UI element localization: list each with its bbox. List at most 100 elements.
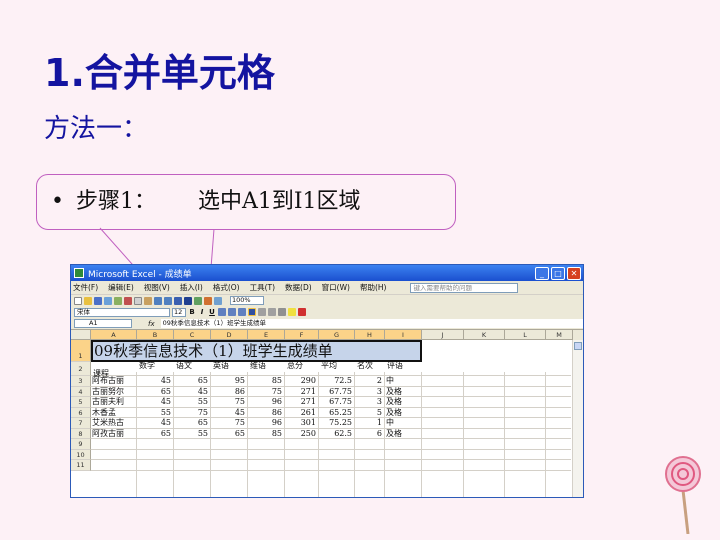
data-cell[interactable]: 55 <box>138 408 173 419</box>
data-cell[interactable]: 301 <box>286 418 318 429</box>
column-header-F[interactable]: F <box>285 330 319 340</box>
data-cell[interactable]: 3 <box>356 397 384 408</box>
row-header-4[interactable]: 4 <box>71 386 91 397</box>
data-cell[interactable]: 271 <box>286 387 318 398</box>
data-cell[interactable]: 75 <box>249 387 284 398</box>
drawing-icon[interactable] <box>214 296 222 305</box>
font-size-select[interactable]: 12 <box>172 307 186 317</box>
data-cell[interactable]: 86 <box>249 408 284 419</box>
data-cell[interactable]: 250 <box>286 429 318 440</box>
data-cell[interactable]: 85 <box>249 429 284 440</box>
header-cell[interactable]: 数学 <box>139 360 174 372</box>
header-cell[interactable]: 评语 <box>387 360 422 372</box>
data-cell[interactable]: 62.5 <box>320 429 354 440</box>
data-cell[interactable]: 1 <box>356 418 384 429</box>
data-cell[interactable]: 271 <box>286 397 318 408</box>
data-cell[interactable]: 及格 <box>386 408 421 419</box>
data-cell[interactable]: 3 <box>356 387 384 398</box>
data-cell[interactable]: 75.25 <box>320 418 354 429</box>
excel-titlebar[interactable]: Microsoft Excel - 成绩单 _ □ ✕ <box>71 265 583 281</box>
row-header-6[interactable]: 6 <box>71 407 91 418</box>
data-cell[interactable]: 55 <box>175 397 210 408</box>
data-cell[interactable]: 6 <box>356 429 384 440</box>
data-cell[interactable]: 96 <box>249 397 284 408</box>
data-cell[interactable]: 65 <box>138 429 173 440</box>
merge-center-icon[interactable] <box>248 308 256 316</box>
data-cell[interactable]: 95 <box>212 376 247 387</box>
column-header-I[interactable]: I <box>385 330 422 340</box>
menu-tools[interactable]: 工具(T) <box>250 282 275 293</box>
copy-icon[interactable] <box>134 296 142 305</box>
header-cell[interactable]: 语文 <box>176 360 211 372</box>
menu-edit[interactable]: 编辑(E) <box>108 282 134 293</box>
data-cell[interactable]: 古丽夫利 <box>92 397 136 408</box>
row-header-2[interactable]: 2 <box>71 362 91 376</box>
autosum-icon[interactable] <box>184 296 192 305</box>
minimize-button[interactable]: _ <box>535 266 549 280</box>
align-left-icon[interactable] <box>218 308 226 316</box>
save-icon[interactable] <box>94 296 102 305</box>
data-cell[interactable]: 木香孟 <box>92 408 136 419</box>
data-cell[interactable]: 85 <box>249 376 284 387</box>
zoom-select[interactable]: 100% <box>230 296 264 305</box>
row-header-10[interactable]: 10 <box>71 449 91 460</box>
data-cell[interactable]: 阿布古丽 <box>92 376 136 387</box>
data-cell[interactable]: 96 <box>249 418 284 429</box>
data-cell[interactable]: 67.75 <box>320 387 354 398</box>
underline-button[interactable]: U <box>208 308 216 316</box>
column-header-E[interactable]: E <box>248 330 285 340</box>
column-header-H[interactable]: H <box>355 330 385 340</box>
data-cell[interactable]: 65.25 <box>320 408 354 419</box>
select-all-corner[interactable] <box>71 330 91 340</box>
data-cell[interactable]: 中 <box>386 418 421 429</box>
chart-wizard-icon[interactable] <box>204 296 212 305</box>
row-header-11[interactable]: 11 <box>71 460 91 471</box>
column-header-J[interactable]: J <box>422 330 464 340</box>
help-search-input[interactable]: 键入需要帮助的问题 <box>410 282 519 293</box>
merged-title-cell[interactable]: 09秋季信息技术（1）班学生成绩单 <box>91 340 422 362</box>
open-folder-icon[interactable] <box>84 296 92 305</box>
redo-icon[interactable] <box>164 296 172 305</box>
column-header-B[interactable]: B <box>137 330 174 340</box>
data-cell[interactable]: 古丽努尔 <box>92 387 136 398</box>
data-cell[interactable]: 72.5 <box>320 376 354 387</box>
fx-icon[interactable]: fx <box>148 320 155 328</box>
data-cell[interactable]: 75 <box>212 418 247 429</box>
menu-help[interactable]: 帮助(H) <box>360 282 387 293</box>
menu-format[interactable]: 格式(O) <box>213 282 240 293</box>
column-header-D[interactable]: D <box>211 330 248 340</box>
name-box[interactable]: A1 <box>74 319 132 328</box>
print-icon[interactable] <box>104 296 112 305</box>
data-cell[interactable]: 2 <box>356 376 384 387</box>
data-cell[interactable]: 45 <box>138 376 173 387</box>
borders-icon[interactable] <box>278 308 286 316</box>
header-cell[interactable]: 维语 <box>250 360 285 372</box>
data-cell[interactable]: 67.75 <box>320 397 354 408</box>
currency-icon[interactable] <box>258 308 266 316</box>
align-center-icon[interactable] <box>228 308 236 316</box>
sort-icon[interactable] <box>194 296 202 305</box>
header-cell[interactable]: 平均 <box>321 360 355 372</box>
font-name-select[interactable]: 宋体 <box>74 307 170 317</box>
data-cell[interactable]: 45 <box>175 387 210 398</box>
data-cell[interactable]: 及格 <box>386 429 421 440</box>
undo-icon[interactable] <box>154 296 162 305</box>
column-header-A[interactable]: A <box>91 330 137 340</box>
column-header-M[interactable]: M <box>546 330 573 340</box>
bold-button[interactable]: B <box>188 308 196 316</box>
column-header-L[interactable]: L <box>505 330 546 340</box>
row-header-9[interactable]: 9 <box>71 439 91 450</box>
header-cell[interactable]: 英语 <box>213 360 248 372</box>
data-cell[interactable]: 55 <box>175 429 210 440</box>
menu-insert[interactable]: 插入(I) <box>180 282 203 293</box>
italic-button[interactable]: I <box>198 308 206 316</box>
vertical-scrollbar[interactable] <box>572 340 583 497</box>
data-cell[interactable]: 及格 <box>386 397 421 408</box>
data-cell[interactable]: 65 <box>138 387 173 398</box>
data-cell[interactable]: 中 <box>386 376 421 387</box>
row-header-1[interactable]: 1 <box>71 340 91 362</box>
spellcheck-icon[interactable] <box>114 296 122 305</box>
header-cell[interactable]: 名次 <box>357 360 385 372</box>
data-cell[interactable]: 65 <box>212 429 247 440</box>
data-cell[interactable]: 45 <box>138 418 173 429</box>
